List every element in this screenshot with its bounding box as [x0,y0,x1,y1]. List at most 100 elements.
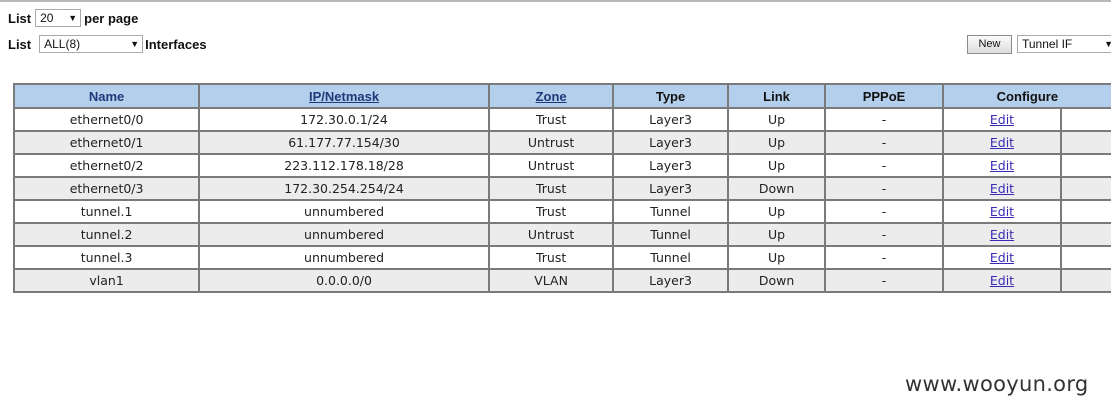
column-header-zone: Zone [487,83,615,109]
cell-zone: Trust [487,199,615,224]
cell-pppoe: - [824,130,944,155]
cell-ip: unnumbered [198,245,490,270]
cell-configure: Edit [941,130,1063,155]
cell-pppoe: - [824,176,944,201]
table-row: ethernet0/2 223.112.178.18/28 Untrust Layer… [12,153,1111,178]
paging-control: List 20 ▼ per page [8,9,138,27]
watermark: www.wooyun.org [905,372,1089,396]
cell-type: Layer3 [612,268,729,293]
cell-zone: Untrust [487,153,615,178]
cell-zone: Untrust [487,130,615,155]
cell-type: Tunnel [612,245,729,270]
cell-pppoe: - [824,222,944,247]
interfaces-value: ALL(8) [44,37,81,51]
dropdown-arrow-icon: ▼ [68,13,78,23]
cell-type: Tunnel [612,199,729,224]
table-row: vlan1 0.0.0.0/0 VLAN Layer3 Down - Edit [12,268,1111,293]
cell-link: Up [726,107,827,132]
cell-link: Down [726,176,827,201]
dropdown-arrow-icon: ▼ [130,39,140,49]
table-row: ethernet0/3 172.30.254.254/24 Trust Layer3 D… [12,176,1111,201]
cell-extra [1060,153,1111,178]
cell-zone: Trust [487,107,615,132]
edit-link[interactable]: Edit [990,273,1014,288]
cell-type: Layer3 [612,107,729,132]
cell-extra [1060,176,1111,201]
cell-name: tunnel.1 [12,199,201,224]
per-page-label: per page [84,10,139,26]
cell-link: Up [726,222,827,247]
table-header-row: Name IP/Netmask Zone Type Link PPPoE Con… [12,83,1111,109]
list-label: List [8,36,32,52]
cell-link: Up [726,199,827,224]
cell-ip: 61.177.77.154/30 [198,130,490,155]
new-button[interactable]: New [967,35,1012,54]
cell-extra [1060,107,1111,132]
cell-pppoe: - [824,153,944,178]
cell-type: Layer3 [612,130,729,155]
column-header-configure: Configure [941,83,1111,109]
cell-zone: Trust [487,176,615,201]
cell-pppoe: - [824,245,944,270]
cell-extra [1060,222,1111,247]
list-label: List [8,10,32,26]
cell-configure: Edit [941,268,1063,293]
dropdown-arrow-icon: ▼ [1104,39,1111,49]
cell-configure: Edit [941,199,1063,224]
cell-type: Tunnel [612,222,729,247]
cell-extra [1060,199,1111,224]
cell-pppoe: - [824,268,944,293]
cell-pppoe: - [824,199,944,224]
table-row: tunnel.2 unnumbered Untrust Tunnel Up - Edit [12,222,1111,247]
cell-ip: 0.0.0.0/0 [198,268,490,293]
column-header-ip: IP/Netmask [198,83,490,109]
cell-ip: 172.30.254.254/24 [198,176,490,201]
cell-configure: Edit [941,153,1063,178]
edit-link[interactable]: Edit [990,158,1014,173]
interfaces-table: Name IP/Netmask Zone Type Link PPPoE Con… [12,83,1111,293]
interfaces-select[interactable]: ALL(8) ▼ [39,35,144,53]
cell-pppoe: - [824,107,944,132]
cell-extra [1060,268,1111,293]
cell-configure: Edit [941,176,1063,201]
table-row: tunnel.3 unnumbered Trust Tunnel Up - Edit [12,245,1111,270]
top-border [0,0,1111,2]
cell-ip: 172.30.0.1/24 [198,107,490,132]
cell-name: ethernet0/1 [12,130,201,155]
cell-configure: Edit [941,245,1063,270]
column-header-type: Type [612,83,729,109]
cell-name: ethernet0/0 [12,107,201,132]
edit-link[interactable]: Edit [990,227,1014,242]
sort-ip-link[interactable]: IP/Netmask [309,89,379,104]
cell-type: Layer3 [612,153,729,178]
cell-name: vlan1 [12,268,201,293]
cell-link: Up [726,130,827,155]
edit-link[interactable]: Edit [990,135,1014,150]
interfaces-label: Interfaces [145,36,207,52]
per-page-value: 20 [40,11,54,25]
interface-type-select[interactable]: Tunnel IF ▼ [1017,35,1111,53]
cell-ip: 223.112.178.18/28 [198,153,490,178]
cell-configure: Edit [941,107,1063,132]
edit-link[interactable]: Edit [990,112,1014,127]
edit-link[interactable]: Edit [990,250,1014,265]
cell-name: tunnel.2 [12,222,201,247]
cell-ip: unnumbered [198,222,490,247]
cell-link: Down [726,268,827,293]
cell-configure: Edit [941,222,1063,247]
column-header-link: Link [726,83,827,109]
edit-link[interactable]: Edit [990,181,1014,196]
per-page-select[interactable]: 20 ▼ [35,9,82,27]
edit-link[interactable]: Edit [990,204,1014,219]
sort-zone-link[interactable]: Zone [536,89,567,104]
cell-link: Up [726,245,827,270]
table-row: ethernet0/0 172.30.0.1/24 Trust Layer3 Up - Ed… [12,107,1111,132]
cell-extra [1060,130,1111,155]
column-header-name: Name [12,83,201,109]
cell-zone: Trust [487,245,615,270]
interface-filter: List ALL(8) ▼ Interfaces [8,35,207,53]
column-header-pppoe: PPPoE [824,83,944,109]
cell-extra [1060,245,1111,270]
cell-zone: VLAN [487,268,615,293]
cell-name: tunnel.3 [12,245,201,270]
